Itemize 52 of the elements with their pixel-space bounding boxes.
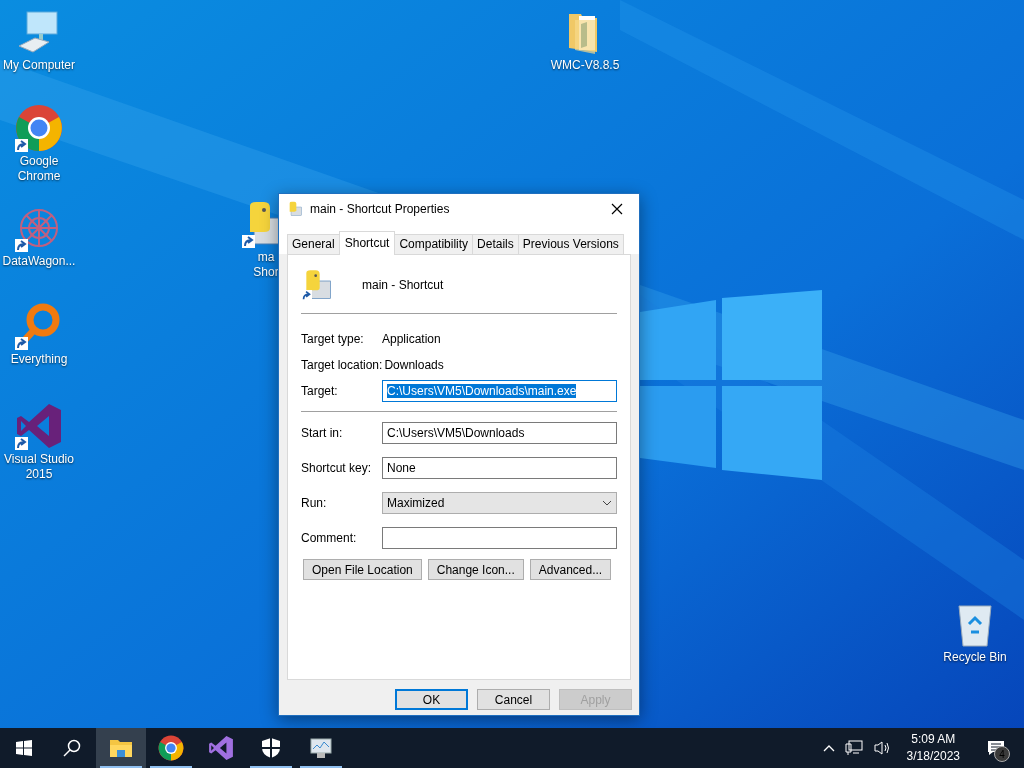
clock-time[interactable]: 5:09 AM bbox=[911, 731, 956, 748]
icon-label[interactable]: DataWagon... bbox=[2, 254, 76, 269]
tab[interactable]: Details bbox=[472, 234, 519, 254]
speaker-icon[interactable] bbox=[872, 740, 891, 756]
tab[interactable]: General bbox=[287, 234, 340, 254]
chrome-icon bbox=[158, 735, 184, 761]
chevron-down-icon bbox=[602, 500, 612, 506]
field-label: Shortcut key: bbox=[301, 461, 373, 475]
icon-label[interactable]: Everything bbox=[10, 352, 68, 367]
chrome-icon bbox=[15, 104, 63, 152]
network-icon[interactable] bbox=[844, 740, 863, 756]
shortcut-name: main - Shortcut bbox=[362, 278, 444, 292]
action-button[interactable]: Advanced... bbox=[529, 559, 612, 580]
action-button[interactable]: Open File Location bbox=[303, 559, 422, 580]
target-field[interactable]: C:\Users\VM5\Downloads\main.exe bbox=[382, 380, 617, 402]
input-field[interactable] bbox=[382, 527, 617, 549]
search-icon bbox=[63, 739, 81, 757]
icon-label[interactable]: Google Chrome bbox=[0, 154, 78, 184]
shortcut-arrow-icon bbox=[301, 290, 312, 301]
dialog-button[interactable]: OK bbox=[395, 689, 468, 710]
window-title: main - Shortcut Properties bbox=[310, 201, 451, 216]
tab[interactable]: Shortcut bbox=[338, 231, 396, 255]
input-field[interactable]: C:\Users\VM5\Downloads bbox=[382, 422, 617, 444]
dialog-button[interactable]: Cancel bbox=[477, 689, 550, 710]
icon-label[interactable]: WMC-V8.8.5 bbox=[550, 58, 620, 73]
taskbar-app[interactable] bbox=[96, 728, 146, 768]
folder-icon bbox=[109, 738, 133, 758]
tab[interactable]: Compatibility bbox=[394, 234, 474, 254]
field-label: Run: bbox=[301, 496, 328, 510]
field-label: Target: bbox=[301, 384, 339, 398]
notification-count: 4 bbox=[994, 746, 1010, 762]
visual-studio-icon bbox=[15, 402, 63, 450]
windows-logo-icon bbox=[16, 740, 32, 756]
run-dropdown[interactable]: Maximized bbox=[382, 492, 617, 514]
monitor-icon bbox=[309, 737, 333, 759]
action-button[interactable]: Change Icon... bbox=[427, 559, 524, 580]
field-label: Start in: bbox=[301, 426, 344, 440]
visual-studio-icon bbox=[208, 735, 234, 761]
chevron-up-icon[interactable] bbox=[822, 744, 835, 752]
icon-label[interactable]: Recycle Bin bbox=[943, 650, 1007, 665]
field-label: Target location: bbox=[301, 358, 383, 372]
shield-icon bbox=[261, 737, 281, 759]
icon-label[interactable]: ma Shor bbox=[253, 250, 279, 280]
input-field[interactable]: None bbox=[382, 457, 617, 479]
icon-label[interactable]: My Computer bbox=[3, 58, 75, 73]
clock-date[interactable]: 3/18/2023 bbox=[906, 748, 960, 765]
field-label: Comment: bbox=[301, 531, 358, 545]
field-value: Application bbox=[382, 332, 441, 346]
tab[interactable]: Previous Versions bbox=[517, 234, 624, 254]
field-value: Downloads bbox=[384, 358, 444, 372]
icon-label[interactable]: Visual Studio 2015 bbox=[0, 452, 78, 482]
field-label: Target type: bbox=[301, 332, 365, 346]
